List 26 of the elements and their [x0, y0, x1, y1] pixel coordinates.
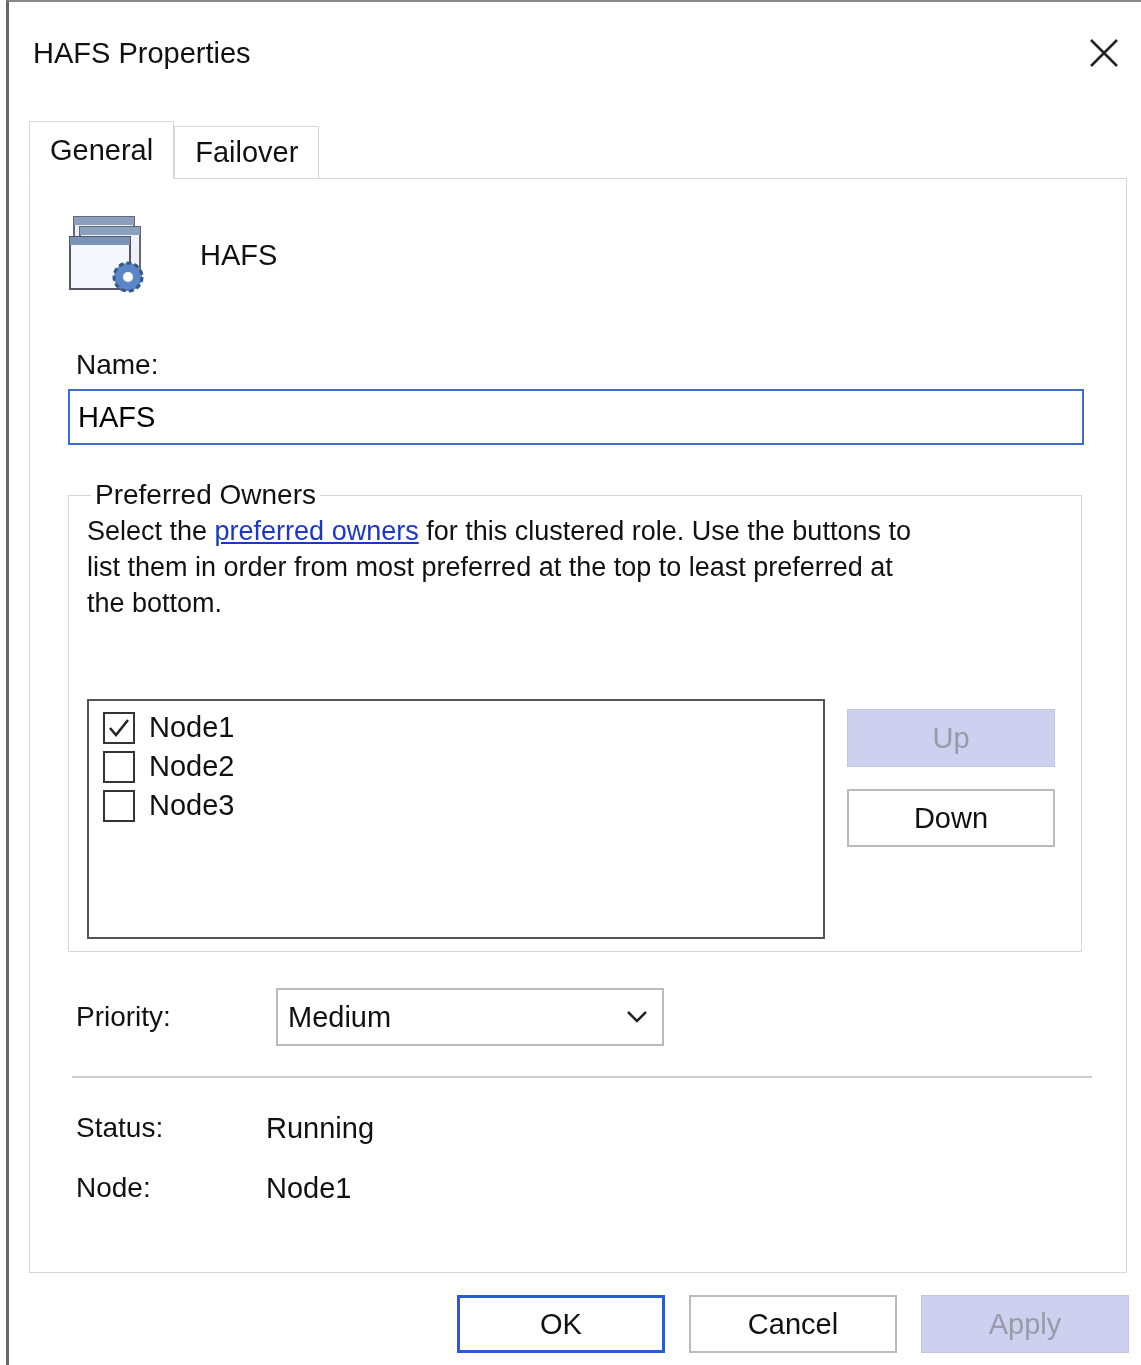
name-label: Name: [76, 349, 160, 381]
detail-value: Node1 [266, 1171, 352, 1205]
tab[interactable]: General [29, 121, 175, 179]
checkbox[interactable] [103, 789, 135, 822]
checkbox[interactable] [103, 750, 135, 783]
tab[interactable]: Failover [174, 126, 320, 178]
priority-dropdown[interactable]: Medium [276, 988, 664, 1046]
role-name: HAFS [200, 238, 278, 272]
detail-label: Node: [76, 1172, 152, 1204]
description-text: Select the preferred owners for this clustered role. Use the buttons to list them in order from most preferred at the top to least preferred at the bottom. [87, 515, 912, 620]
group-title: Preferred Owners [94, 479, 317, 511]
move-button[interactable]: Down [847, 789, 1055, 847]
close-icon [1089, 38, 1119, 68]
node-item[interactable]: Node3 [103, 789, 809, 822]
window-title: HAFS Properties [33, 36, 251, 70]
name-input[interactable]: HAFS [68, 389, 1084, 445]
node-item[interactable]: Node2 [103, 750, 809, 783]
preferred-owners-link[interactable]: preferred owners [214, 516, 419, 546]
dialog-button[interactable]: Cancel [689, 1295, 897, 1353]
detail-value: Running [266, 1111, 375, 1145]
node-item[interactable]: Node1 [103, 711, 809, 744]
priority-label: Priority: [76, 1001, 172, 1033]
checkbox[interactable] [103, 711, 135, 744]
detail-label: Status: [76, 1112, 165, 1144]
dialog-button[interactable]: OK [457, 1295, 665, 1353]
chevron-down-icon [626, 1010, 648, 1024]
